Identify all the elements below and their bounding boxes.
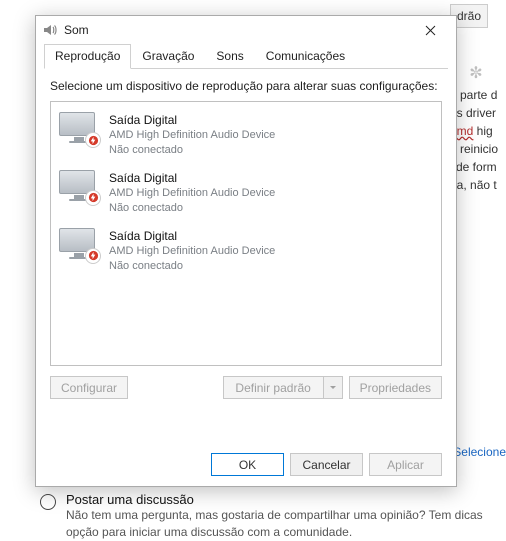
device-monitor-icon — [59, 112, 99, 146]
device-subtitle: AMD High Definition Audio Device — [109, 244, 275, 259]
device-list[interactable]: Saída Digital AMD High Definition Audio … — [50, 101, 442, 366]
disconnected-overlay-icon — [85, 132, 101, 148]
bg-line: os driver — [450, 104, 502, 122]
instructions-label: Selecione um dispositivo de reprodução p… — [50, 79, 442, 93]
tab-strip: Reprodução Gravação Sons Comunicações — [44, 44, 448, 69]
device-subtitle: AMD High Definition Audio Device — [109, 128, 275, 143]
gear-icon: ✼ — [450, 62, 502, 86]
disconnected-overlay-icon — [85, 190, 101, 206]
device-item[interactable]: Saída Digital AMD High Definition Audio … — [57, 164, 435, 222]
chevron-down-icon — [329, 384, 337, 392]
discussion-body: Não tem uma pergunta, mas gostaria de co… — [66, 507, 506, 541]
close-icon — [425, 25, 436, 36]
bg-select-label: Selecione — [453, 445, 506, 459]
bg-line: o reinicio — [450, 140, 502, 158]
device-status: Não conectado — [109, 143, 275, 158]
tab-sounds[interactable]: Sons — [205, 44, 254, 69]
close-button[interactable] — [410, 16, 450, 44]
radio-icon[interactable] — [40, 494, 56, 510]
tab-content-playback: Selecione um dispositivo de reprodução p… — [36, 69, 456, 409]
device-name: Saída Digital — [109, 112, 275, 128]
bg-line: amd hig — [450, 122, 502, 140]
tab-communications[interactable]: Comunicações — [255, 44, 356, 69]
bg-line: i de form — [450, 158, 502, 176]
device-status: Não conectado — [109, 259, 275, 274]
properties-button[interactable]: Propriedades — [349, 376, 442, 399]
sound-icon — [42, 22, 58, 38]
sound-dialog: Som Reprodução Gravação Sons Comunicaçõe… — [35, 15, 457, 487]
cancel-button[interactable]: Cancelar — [290, 453, 363, 476]
apply-button[interactable]: Aplicar — [369, 453, 442, 476]
device-item[interactable]: Saída Digital AMD High Definition Audio … — [57, 106, 435, 164]
disconnected-overlay-icon — [85, 248, 101, 264]
titlebar: Som — [36, 16, 456, 44]
device-actions-row: Configurar Definir padrão Propriedades — [50, 376, 442, 399]
device-monitor-icon — [59, 170, 99, 204]
device-monitor-icon — [59, 228, 99, 262]
dialog-buttons: OK Cancelar Aplicar — [211, 453, 442, 476]
ok-button[interactable]: OK — [211, 453, 284, 476]
set-default-button[interactable]: Definir padrão — [223, 376, 323, 399]
set-default-splitbutton[interactable]: Definir padrão — [223, 376, 343, 399]
bg-line: na, não t — [450, 176, 502, 194]
tab-playback[interactable]: Reprodução — [44, 44, 131, 69]
configure-button[interactable]: Configurar — [50, 376, 128, 399]
device-name: Saída Digital — [109, 170, 275, 186]
device-item[interactable]: Saída Digital AMD High Definition Audio … — [57, 222, 435, 280]
dialog-title: Som — [64, 23, 410, 37]
post-discussion-option[interactable]: Postar uma discussão Não tem uma pergunt… — [40, 492, 506, 541]
device-name: Saída Digital — [109, 228, 275, 244]
bg-line: a parte d — [450, 86, 502, 104]
device-status: Não conectado — [109, 201, 275, 216]
tab-recording[interactable]: Gravação — [131, 44, 205, 69]
discussion-title: Postar uma discussão — [66, 492, 506, 507]
device-subtitle: AMD High Definition Audio Device — [109, 186, 275, 201]
set-default-dropdown[interactable] — [323, 376, 343, 399]
